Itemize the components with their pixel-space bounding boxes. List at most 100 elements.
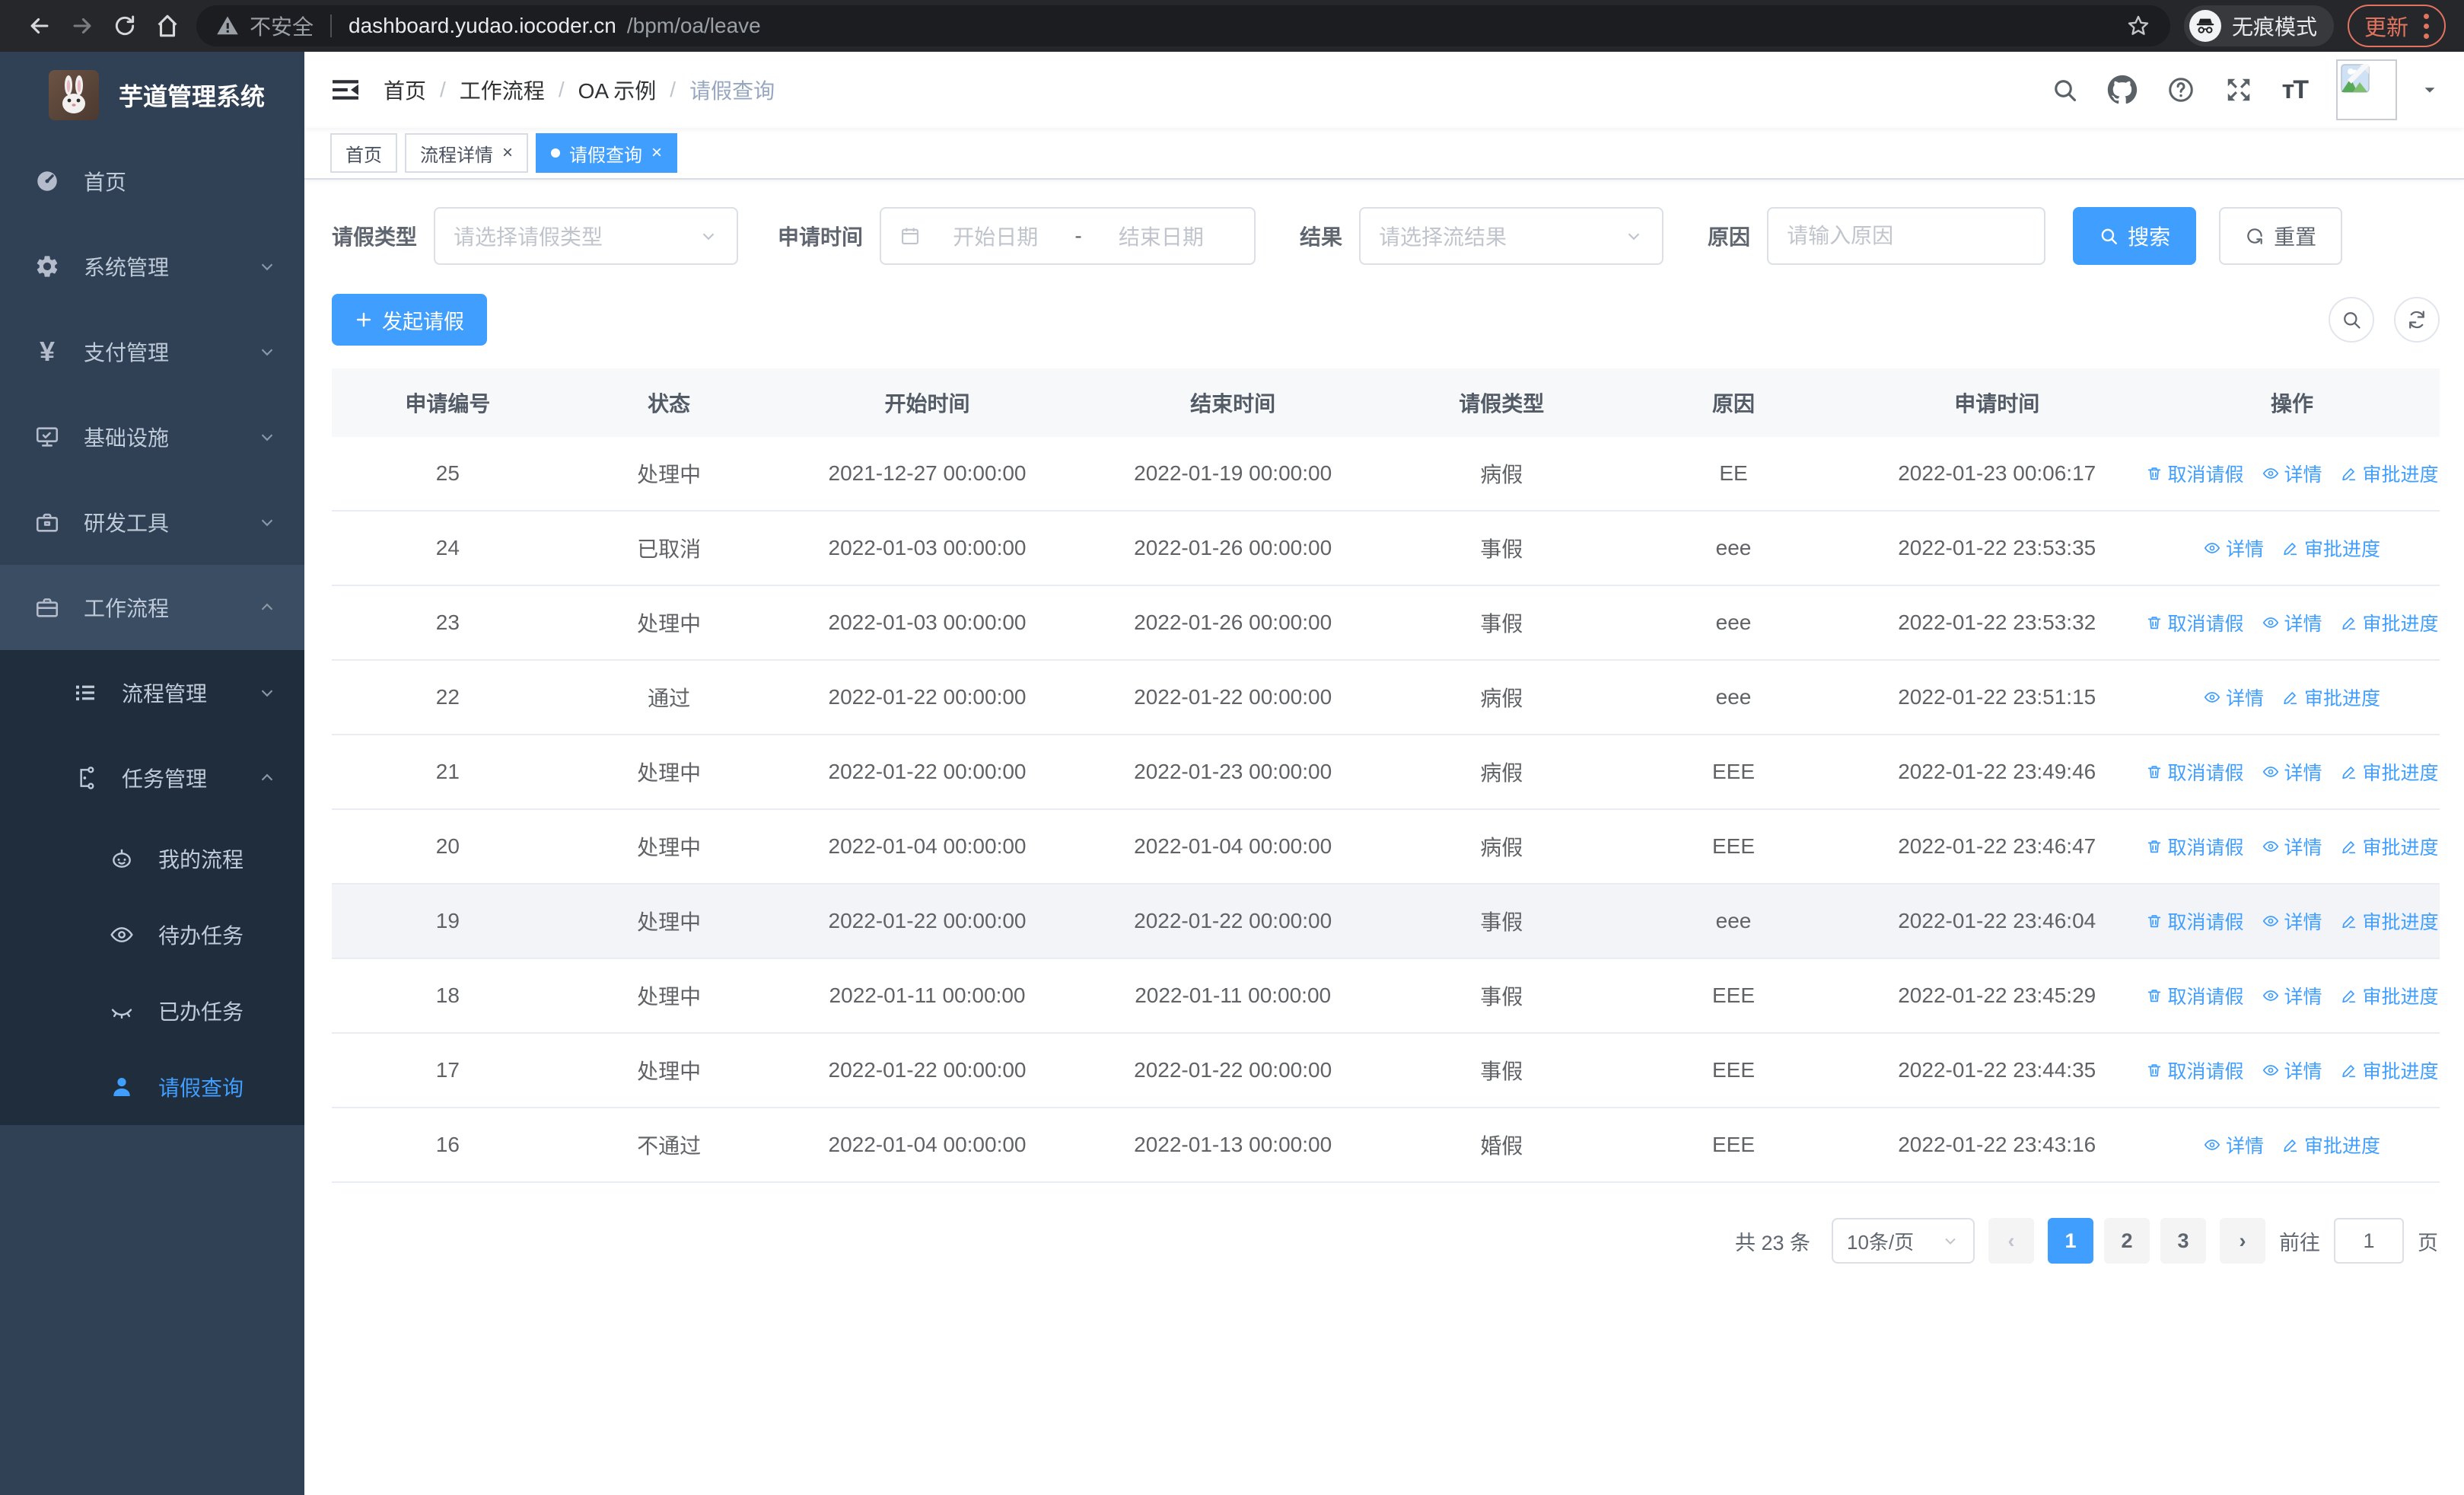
result-select[interactable]: 请选择流结果 (1359, 207, 1664, 265)
home-icon[interactable] (146, 5, 189, 47)
detail-link[interactable]: 详情 (2204, 534, 2264, 562)
font-size-icon[interactable]: тT (2282, 75, 2309, 105)
approval-progress-link[interactable]: 审批进度 (2341, 1057, 2439, 1084)
refresh-button[interactable] (2394, 297, 2440, 343)
detail-link[interactable]: 详情 (2204, 1131, 2264, 1159)
sidebar-item-my-process[interactable]: 我的流程 (0, 821, 304, 897)
url-host[interactable]: dashboard.yudao.iocoder.cn (349, 14, 616, 38)
sidebar-item-task-mgmt[interactable]: 任务管理 (0, 735, 304, 821)
search-button[interactable]: 搜索 (2073, 207, 2197, 265)
avatar[interactable] (2336, 59, 2397, 120)
cell-apply-time: 2022-01-22 23:44:35 (1898, 1058, 2096, 1082)
help-icon[interactable] (2166, 75, 2195, 104)
bookmark-star-icon[interactable] (2126, 14, 2150, 38)
update-label[interactable]: 更新 (2364, 10, 2408, 42)
approval-progress-link[interactable]: 审批进度 (2341, 758, 2439, 786)
cancel-leave-link[interactable]: 取消请假 (2146, 609, 2244, 636)
cell-start-time: 2022-01-04 00:00:00 (828, 1133, 1027, 1156)
sidebar-item-workflow[interactable]: 工作流程 (0, 565, 304, 650)
tab-process-detail[interactable]: 流程详情 × (405, 133, 529, 173)
prev-page-button[interactable]: ‹ (1988, 1218, 2034, 1264)
github-icon[interactable] (2107, 75, 2138, 105)
approval-progress-link[interactable]: 审批进度 (2341, 833, 2439, 860)
sidebar-item-devtools[interactable]: 研发工具 (0, 480, 304, 565)
approval-progress-link[interactable]: 审批进度 (2282, 1131, 2380, 1159)
page-size-value: 10条/页 (1847, 1230, 1915, 1254)
sidebar-item-system[interactable]: 系统管理 (0, 224, 304, 309)
toggle-search-button[interactable] (2329, 297, 2374, 343)
goto-page-input[interactable] (2334, 1218, 2404, 1264)
cell-apply-time: 2022-01-23 00:06:17 (1898, 461, 2096, 485)
sidebar-item-payment[interactable]: ¥ 支付管理 (0, 309, 304, 394)
fullscreen-icon[interactable] (2224, 75, 2253, 104)
cancel-leave-link[interactable]: 取消请假 (2146, 907, 2244, 935)
detail-link[interactable]: 详情 (2262, 907, 2322, 935)
chrome-update-button[interactable]: 更新 (2347, 5, 2446, 47)
col-leave-type: 请假类型 (1459, 392, 1545, 416)
dashboard-icon (32, 168, 62, 194)
reset-button[interactable]: 重置 (2219, 207, 2343, 265)
cancel-leave-link[interactable]: 取消请假 (2146, 982, 2244, 1009)
caret-down-icon[interactable] (2421, 81, 2438, 98)
reload-icon[interactable] (103, 5, 146, 47)
cancel-leave-link[interactable]: 取消请假 (2146, 1057, 2244, 1084)
security-label[interactable]: 不安全 (250, 11, 314, 41)
cell-actions: 取消请假 详情 审批进度 (2144, 758, 2440, 786)
approval-progress-link[interactable]: 审批进度 (2341, 907, 2439, 935)
select-placeholder: 请选择请假类型 (454, 225, 603, 249)
sidebar-item-infra[interactable]: 基础设施 (0, 394, 304, 480)
detail-link[interactable]: 详情 (2262, 1057, 2322, 1084)
breadcrumb-home[interactable]: 首页 (384, 75, 426, 105)
approval-progress-link[interactable]: 审批进度 (2341, 609, 2439, 636)
select-placeholder: 请选择流结果 (1379, 225, 1507, 249)
sidebar-item-done-tasks[interactable]: 已办任务 (0, 973, 304, 1049)
url-path[interactable]: /bpm/oa/leave (627, 14, 761, 38)
page-buttons: 123 (2048, 1218, 2206, 1264)
forward-icon[interactable] (61, 5, 103, 47)
reason-input[interactable] (1768, 209, 2045, 263)
detail-link[interactable]: 详情 (2262, 982, 2322, 1009)
table-toolbar: 发起请假 (332, 294, 2440, 346)
sidebar-item-home[interactable]: 首页 (0, 139, 304, 224)
approval-progress-link[interactable]: 审批进度 (2282, 684, 2380, 711)
sidebar-item-todo-tasks[interactable]: 待办任务 (0, 897, 304, 973)
approval-progress-link[interactable]: 审批进度 (2282, 534, 2380, 562)
approval-progress-link[interactable]: 审批进度 (2341, 982, 2439, 1009)
tab-home[interactable]: 首页 (330, 133, 397, 173)
cell-reason: eee (1715, 909, 1752, 932)
next-page-button[interactable]: › (2220, 1218, 2265, 1264)
cell-leave-type: 病假 (1480, 463, 1523, 486)
cell-leave-type: 事假 (1480, 537, 1523, 561)
back-icon[interactable] (18, 5, 61, 47)
page-button-1[interactable]: 1 (2048, 1218, 2093, 1264)
breadcrumb-workflow[interactable]: 工作流程 (460, 75, 545, 105)
menu-fold-icon[interactable] (330, 77, 361, 103)
close-icon[interactable]: × (502, 144, 513, 162)
detail-link[interactable]: 详情 (2262, 609, 2322, 636)
leave-type-select[interactable]: 请选择请假类型 (434, 207, 739, 265)
cancel-leave-link[interactable]: 取消请假 (2146, 758, 2244, 786)
detail-link[interactable]: 详情 (2262, 460, 2322, 487)
page-button-2[interactable]: 2 (2104, 1218, 2150, 1264)
cancel-leave-link[interactable]: 取消请假 (2146, 460, 2244, 487)
browser-menu-icon[interactable] (2424, 13, 2429, 39)
cell-status: 处理中 (637, 910, 702, 934)
sidebar-item-leave-query[interactable]: 请假查询 (0, 1049, 304, 1125)
sidebar-item-process-mgmt[interactable]: 流程管理 (0, 650, 304, 735)
detail-link[interactable]: 详情 (2262, 758, 2322, 786)
page-size-select[interactable]: 10条/页 (1832, 1218, 1975, 1264)
tab-leave-query[interactable]: 请假查询 × (536, 133, 678, 173)
close-icon[interactable]: × (651, 144, 662, 162)
create-leave-button[interactable]: 发起请假 (332, 294, 487, 346)
address-bar[interactable]: 不安全 dashboard.yudao.iocoder.cn/bpm/oa/le… (196, 5, 2170, 46)
detail-link[interactable]: 详情 (2204, 684, 2264, 711)
cell-reason: EEE (1711, 834, 1756, 858)
approval-progress-link[interactable]: 审批进度 (2341, 460, 2439, 487)
breadcrumb-oa-example[interactable]: OA 示例 (578, 75, 657, 105)
cancel-leave-link[interactable]: 取消请假 (2146, 833, 2244, 860)
detail-link[interactable]: 详情 (2262, 833, 2322, 860)
apply-time-range-picker[interactable]: 开始日期 - 结束日期 (880, 207, 1256, 265)
search-icon[interactable] (2051, 76, 2078, 104)
page-button-3[interactable]: 3 (2160, 1218, 2206, 1264)
cell-apply-id: 21 (435, 760, 460, 783)
